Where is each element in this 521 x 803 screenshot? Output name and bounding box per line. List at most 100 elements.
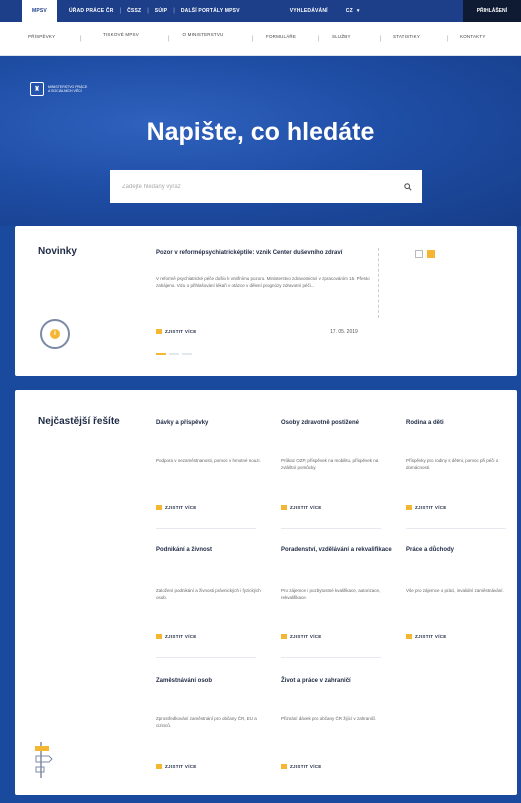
faq-more-link[interactable]: ZJISTIT VÍCE [156,634,197,639]
faq-item[interactable]: Osoby zdravotně postižené [281,418,393,428]
search-box [110,170,422,203]
arrow-marker-icon [156,505,162,510]
topbar-link-cssz[interactable]: ČSSZ [127,8,141,14]
logo-line-2: A SOCIÁLNÍCH VĚCÍ [48,89,82,93]
top-bar: MPSV ÚŘAD PRÁCE ČR | ČSSZ | SÚIP | DALŠÍ… [0,0,521,22]
nav-item-statistiky[interactable]: STATISTIKY [393,34,420,40]
info-icon: i [50,329,60,339]
logo-line-1: MINISTERSTVO PRÁCE [48,84,88,89]
topbar-link-dalsi-portaly[interactable]: DALŠÍ PORTÁLY MPSV [181,8,240,14]
faq-item-desc: Zprostředkování zaměstnání pro občany ČR… [156,716,257,728]
news-article-title[interactable]: Pozor v reformépsychiatricképtile: vznik… [156,248,374,258]
faq-section-title: Nejčastější řešíte [38,416,120,427]
faq-more-label: ZJISTIT VÍCE [290,634,322,639]
faq-more-link[interactable]: ZJISTIT VÍCE [281,634,322,639]
nav-separator: | [168,36,170,42]
nav-separator: | [318,36,320,42]
news-pager [415,250,435,258]
ministry-logo[interactable]: ♜ MINISTERSTVO PRÁCE A SOCIÁLNÍCH VĚCÍ [30,82,88,96]
faq-item-title: Rodina a děti [406,420,444,426]
topbar-separator: | [173,8,175,14]
news-more-label: ZJISTIT VÍCE [165,329,197,334]
pager-prev-button[interactable] [415,250,423,258]
faq-item[interactable]: Život a práce v zahraničí [281,676,393,686]
faq-more-label: ZJISTIT VÍCE [290,764,322,769]
nav-item-tiskove[interactable]: TISKOVÉ MPSV [103,32,139,38]
search-icon[interactable] [404,182,412,191]
nav-item-sluzby[interactable]: SLUŽBY [332,34,351,40]
faq-item-title: Osoby zdravotně postižené [281,420,360,426]
faq-more-link[interactable]: ZJISTIT VÍCE [156,505,197,510]
nav-item-formulare[interactable]: FORMULÁŘE [266,34,296,40]
topbar-separator: | [119,8,122,14]
faq-row-divider [156,528,256,529]
carousel-dot[interactable] [169,353,179,355]
nav-item-prispevky[interactable]: PŘÍSPĚVKY [28,34,55,40]
faq-more-label: ZJISTIT VÍCE [415,505,447,510]
chevron-down-icon[interactable]: ▾ [357,8,360,14]
faq-item-desc: Přiznání dávek pro občany ČR žijící v za… [281,716,377,721]
faq-more-label: ZJISTIT VÍCE [165,505,197,510]
news-date: 17. 05. 2019 [330,329,358,335]
faq-item[interactable]: Podnikání a živnost [156,545,268,555]
topbar-link-suip[interactable]: SÚIP [155,8,167,14]
news-divider [378,248,379,318]
ministry-logo-text: MINISTERSTVO PRÁCE A SOCIÁLNÍCH VĚCÍ [48,85,88,94]
hero-title: Napište, co hledáte [146,118,375,146]
faq-more-link[interactable]: ZJISTIT VÍCE [281,505,322,510]
arrow-marker-icon [156,329,162,334]
ministry-emblem-icon: ♜ [30,82,44,96]
main-navigation: PŘÍSPĚVKY | TISKOVÉ MPSV | O MINISTERSTV… [0,22,521,56]
faq-more-link[interactable]: ZJISTIT VÍCE [406,634,447,639]
faq-more-link[interactable]: ZJISTIT VÍCE [406,505,447,510]
faq-more-link[interactable]: ZJISTIT VÍCE [156,764,197,769]
faq-item[interactable]: Rodina a děti [406,418,518,428]
faq-item-title: Podnikání a živnost [156,547,213,553]
lightbulb-icon: i [40,319,70,349]
nav-item-kontakty[interactable]: KONTAKTY [460,34,486,40]
arrow-marker-icon [281,634,287,639]
arrow-marker-icon [281,505,287,510]
nav-item-o-ministerstvu[interactable]: O MINISTERSTVU [181,32,225,38]
faq-row-divider [156,657,256,658]
carousel-dot[interactable] [182,353,192,355]
faq-more-label: ZJISTIT VÍCE [165,634,197,639]
faq-card: Nejčastější řešíte Dávky a příspěvky Pod… [15,390,517,795]
arrow-marker-icon [406,505,412,510]
topbar-link-mpsv[interactable]: MPSV [22,0,57,22]
faq-item-desc: Pro zájemce i pozbytostné kvalifikace, a… [281,588,381,600]
faq-item[interactable]: Zaměstnávání osob [156,676,268,686]
news-article-excerpt: V reformě psychiatrické péče došlo k vni… [156,276,370,288]
faq-item-desc: Založení podnikání a živnosti právnickýc… [156,588,261,600]
pager-next-button[interactable] [427,250,435,258]
faq-item[interactable]: Poradenství, vzdělávání a rekvalifikace [281,545,393,555]
faq-row-divider [281,528,381,529]
news-more-link[interactable]: ZJISTIT VÍCE [156,329,197,334]
faq-item-title: Poradenství, vzdělávání a rekvalifikace [281,547,392,553]
faq-row-divider [406,528,506,529]
faq-item-desc: Vše pro zájemce o práci, invalidní zaměs… [406,588,504,593]
arrow-marker-icon [406,634,412,639]
nav-separator: | [447,36,449,42]
faq-item[interactable]: Dávky a příspěvky [156,418,268,428]
arrow-marker-icon [281,764,287,769]
search-input[interactable] [122,183,382,190]
carousel-dot[interactable] [156,353,166,355]
faq-item[interactable]: Práce a důchody [406,545,518,555]
login-button[interactable]: PŘIHLÁŠENÍ [462,0,521,22]
nav-separator: | [252,36,254,42]
language-switch[interactable]: CZ [346,8,353,14]
signpost-icon [35,742,53,778]
faq-more-label: ZJISTIT VÍCE [415,634,447,639]
nav-separator: | [380,36,382,42]
topbar-link-urad-prace[interactable]: ÚŘAD PRÁCE ČR [69,8,114,14]
faq-row-divider [281,657,381,658]
faq-item-title: Dávky a příspěvky [156,420,209,426]
faq-more-link[interactable]: ZJISTIT VÍCE [281,764,322,769]
faq-more-label: ZJISTIT VÍCE [165,764,197,769]
faq-item-desc: Průkaz OZP, příspěvek na mobilitu, přísp… [281,458,379,470]
carousel-indicator [156,353,192,355]
faq-item-desc: Příspěvky pro rodiny s dětmi, pomoc při … [406,458,499,470]
topbar-search-link[interactable]: VYHLEDÁVÁNÍ [290,8,328,14]
topbar-separator: | [147,8,149,14]
